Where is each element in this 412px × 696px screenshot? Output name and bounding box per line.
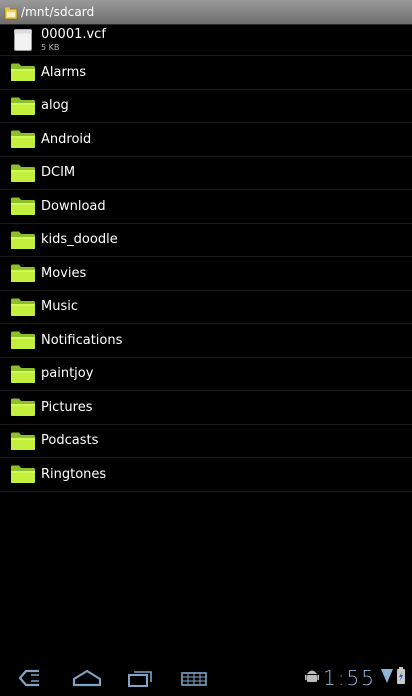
folder-name: Notifications [41,332,123,348]
folder-name: Download [41,198,106,214]
folder-item-podcasts[interactable]: Podcasts [0,425,412,458]
folder-name: Ringtones [41,466,107,482]
android-debug-icon [305,668,320,688]
folder-icon [10,296,36,318]
back-icon[interactable] [16,666,48,690]
current-path: /mnt/sdcard [21,5,95,19]
document-icon [10,28,36,51]
folder-icon [10,229,36,251]
menu-icon[interactable] [178,666,210,690]
title-bar: /mnt/sdcard [0,0,412,25]
file-name: 00001.vcf [41,27,106,42]
folder-icon [10,262,36,284]
folder-name: Music [41,299,78,315]
folder-icon [10,162,36,184]
folder-icon [10,430,36,452]
folder-icon [10,95,36,117]
folder-icon [10,396,36,418]
folder-item-dcim[interactable]: DCIM [0,157,412,190]
folder-item-download[interactable]: Download [0,190,412,224]
file-size: 5 KB [41,43,60,52]
folder-small-icon [4,5,18,20]
clock: 1:55 [323,666,376,690]
folder-item-alarms[interactable]: Alarms [0,56,412,90]
folder-icon [10,195,36,217]
folder-icon [10,329,36,351]
folder-item-alog[interactable]: alog [0,90,412,123]
folder-name: alog [41,98,69,114]
folder-item-movies[interactable]: Movies [0,257,412,291]
folder-name: paintjoy [41,366,94,382]
folder-item-notifications[interactable]: Notifications [0,324,412,358]
system-nav-bar: 1:55 [0,660,412,696]
folder-item-kids-doodle[interactable]: kids_doodle [0,224,412,257]
folder-name: Podcasts [41,433,99,449]
folder-name: kids_doodle [41,232,118,248]
folder-icon [10,363,36,385]
folder-name: Pictures [41,399,93,415]
folder-item-pictures[interactable]: Pictures [0,391,412,425]
folder-name: Alarms [41,64,87,80]
folder-icon [10,128,36,150]
folder-icon [10,463,36,485]
status-area[interactable]: 1:55 [305,666,406,690]
battery-icon [396,667,406,689]
folder-item-music[interactable]: Music [0,291,412,324]
folder-item-paintjoy[interactable]: paintjoy [0,358,412,391]
file-item-00001-vcf[interactable]: 00001.vcf 5 KB [0,24,412,56]
folder-name: DCIM [41,165,76,181]
folder-name: Android [41,131,92,147]
folder-name: Movies [41,265,87,281]
folder-icon [10,61,36,83]
recent-apps-icon[interactable] [124,666,156,690]
folder-item-android[interactable]: Android [0,123,412,157]
home-icon[interactable] [70,666,104,690]
folder-item-ringtones[interactable]: Ringtones [0,458,412,492]
file-list: 00001.vcf 5 KB Alarms alog Android DCIM Down… [0,24,412,492]
wifi-signal-icon [380,667,394,689]
